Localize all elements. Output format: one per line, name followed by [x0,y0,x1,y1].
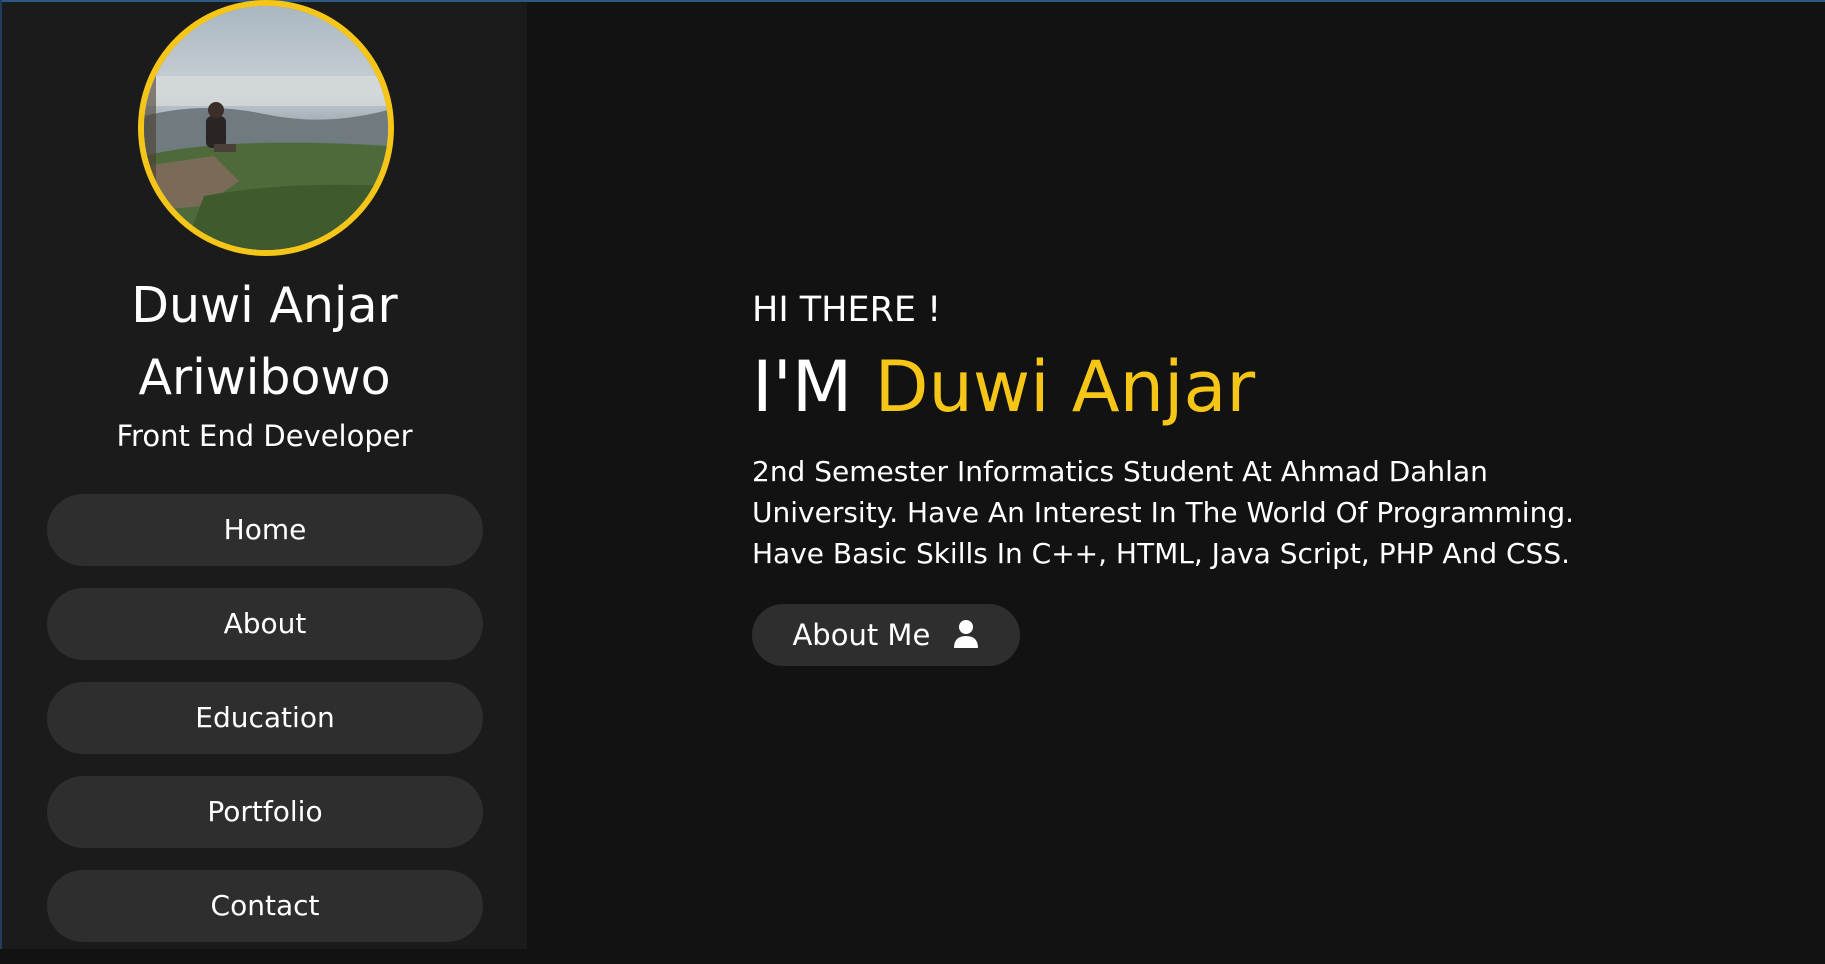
about-me-button-label: About Me [792,618,931,652]
sidebar: Duwi Anjar Ariwibowo Front End Developer… [2,0,527,949]
hero-description: 2nd Semester Informatics Student At Ahma… [752,455,1574,570]
headline-name: Duwi Anjar [874,346,1256,428]
nav-contact-button[interactable]: Contact [47,870,483,942]
profile-role: Front End Developer [116,419,413,453]
window-left-border [0,0,2,949]
headline-prefix: I'M [752,346,853,428]
sidebar-nav: Home About Education Portfolio Contact [47,494,483,964]
nav-education-button[interactable]: Education [47,682,483,754]
nav-about-button[interactable]: About [47,588,483,660]
avatar-photo [144,6,388,250]
about-me-button[interactable]: About Me [752,604,1020,666]
profile-name-line1: Duwi Anjar [131,277,398,334]
greeting: HI THERE ! [752,290,942,330]
profile-name-line2: Ariwibowo [138,349,391,406]
avatar [138,0,394,256]
nav-portfolio-button[interactable]: Portfolio [47,776,483,848]
user-icon [953,620,978,648]
headline: I'M Duwi Anjar [752,342,1255,432]
nav-home-button[interactable]: Home [47,494,483,566]
profile-name: Duwi Anjar Ariwibowo [2,270,527,414]
